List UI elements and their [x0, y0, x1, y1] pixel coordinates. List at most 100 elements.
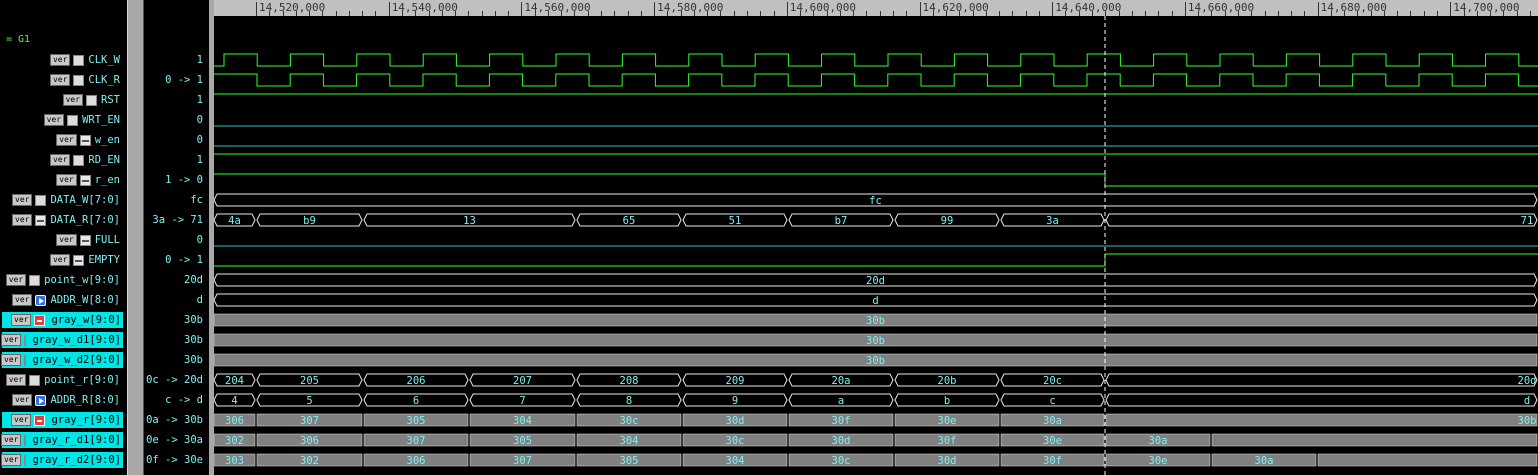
signal-name: point_r[9:0] [44, 374, 120, 386]
bus-value-label: 30e [938, 415, 957, 427]
signal-row-gray_r_d1[interactable]: ver gray_r_d1[9:0] [1, 432, 123, 448]
bus-value-label: 30b [866, 335, 885, 347]
signal-row-clk_w[interactable]: ver CLK_W [0, 52, 120, 68]
bus-segment [1211, 433, 1538, 447]
signal-row-rst[interactable]: ver RST [0, 92, 120, 108]
signal-row-gray_w_d1[interactable]: ver gray_w_d1[9:0] [1, 332, 123, 348]
signal-row-addr_r[interactable]: ver ADDR_R[8:0] [0, 392, 120, 408]
signal-value: 30b [184, 314, 203, 326]
bus-value-label: 30b [866, 355, 885, 367]
ver-tag: ver [49, 154, 71, 166]
bus-value-label: 71 [1521, 215, 1534, 227]
bus-value-label: 30f [938, 435, 957, 447]
bus-value-label: 303 [225, 455, 244, 467]
signal-row-gray_r[interactable]: ver gray_r[9:0] [2, 412, 123, 428]
bus-value-label: 30d [938, 455, 957, 467]
bus-value-label: 206 [407, 375, 426, 387]
bus-value-label: 306 [225, 415, 244, 427]
signal-name: gray_w[9:0] [49, 314, 123, 326]
ver-tag: ver [11, 314, 32, 326]
reg-icon [24, 354, 27, 366]
bus-value-label: 302 [225, 435, 244, 447]
signal-row-rd_en[interactable]: ver RD_EN [0, 152, 120, 168]
bus-value-label: 307 [300, 415, 319, 427]
bus-value-label: 5 [306, 395, 312, 407]
bus-value-label: 208 [620, 375, 639, 387]
ver-tag: ver [12, 214, 33, 226]
signal-row-full[interactable]: ver FULL [0, 232, 120, 248]
bus-value-label: 3a [1046, 215, 1059, 227]
signal-name: FULL [94, 234, 120, 246]
signal-row-wrt_en[interactable]: ver WRT_EN [0, 112, 120, 128]
bus-value-label: 30a [1149, 435, 1168, 447]
ver-tag: ver [5, 374, 27, 386]
bus-value-label: 207 [513, 375, 532, 387]
signal-row-point_r[interactable]: ver point_r[9:0] [0, 372, 120, 388]
bus-value-label: b [944, 395, 950, 407]
signal-value-pane: 1 0 -> 1 1 0 0 1 1 -> 0 fc 3a -> 71 0 0 -> 1 20d d 30… [144, 0, 209, 475]
bus-value-label: 65 [623, 215, 636, 227]
waveform-pane[interactable]: 14,520,000 14,540,000 14,560,000 14,580,000… [214, 0, 1538, 475]
signal-row-data_r[interactable]: ver DATA_R[7:0] [0, 212, 120, 228]
bus-value-label: c [1049, 395, 1055, 407]
bus-value-label: 30d [726, 415, 745, 427]
reg-icon [73, 54, 85, 66]
ver-tag: ver [43, 114, 65, 126]
bus-value-label: 8 [626, 395, 632, 407]
bus-segment [1105, 373, 1538, 387]
ver-tag: ver [12, 194, 33, 206]
bus-value-label: 30d [832, 435, 851, 447]
reg-icon [24, 454, 27, 466]
bus-value-label: 30a [1043, 415, 1062, 427]
bus-value-label: 30b [866, 315, 885, 327]
reg-icon [67, 114, 79, 126]
wire-icon [79, 134, 91, 146]
signal-row-clk_r[interactable]: ver CLK_R [0, 72, 120, 88]
bus-value-label: b7 [835, 215, 848, 227]
signal-name: gray_w_d2[9:0] [30, 354, 123, 366]
bus-value-label: 204 [225, 375, 244, 387]
bus-value-label: 30f [1043, 455, 1062, 467]
signal-row-gray_w_d2[interactable]: ver gray_w_d2[9:0] [1, 352, 123, 368]
bus-segment [1317, 453, 1538, 467]
bus-value-label: 30a [1255, 455, 1274, 467]
signal-row-w_en[interactable]: ver w_en [0, 132, 120, 148]
vertical-scrollbar[interactable] [127, 0, 144, 475]
bus-segment [1105, 393, 1538, 407]
signal-row-empty[interactable]: ver EMPTY [0, 252, 120, 268]
bus-value-label: 30f [832, 415, 851, 427]
bus-value-label: 13 [463, 215, 476, 227]
signal-row-r_en[interactable]: ver r_en [0, 172, 120, 188]
bus-value-label: 4a [228, 215, 241, 227]
bus-value-label: d [1524, 395, 1530, 407]
arrow-icon [35, 394, 47, 406]
signal-value: 1 [196, 154, 203, 166]
signal-value: 1 -> 0 [165, 174, 203, 186]
signal-value: c -> d [165, 394, 203, 406]
signal-name: gray_r[9:0] [49, 414, 123, 426]
signal-name: EMPTY [88, 254, 120, 266]
signal-row-data_w[interactable]: ver DATA_W[7:0] [0, 192, 120, 208]
signal-row-gray_w[interactable]: ver gray_w[9:0] [2, 312, 123, 328]
group-label[interactable]: = G1 [6, 34, 30, 45]
bus-value-label: 20a [832, 375, 851, 387]
signal-row-gray_r_d2[interactable]: ver gray_r_d2[9:0] [1, 452, 123, 468]
signal-name: w_en [94, 134, 120, 146]
signal-value: 30b [184, 354, 203, 366]
signal-value: 0 -> 1 [165, 74, 203, 86]
signal-value: 0 [196, 234, 203, 246]
signal-value: 0 [196, 134, 203, 146]
signal-row-point_w[interactable]: ver point_w[9:0] [0, 272, 120, 288]
bus-value-label: 304 [726, 455, 745, 467]
signal-value: 1 [196, 54, 203, 66]
waveform-canvas[interactable]: fc4a b9 13 65 51 b7 99 3a 7120dd30b30b30b204 205 2… [214, 0, 1538, 475]
signal-name: DATA_R[7:0] [50, 214, 120, 226]
bus-segment [1105, 213, 1538, 227]
reg-icon [24, 434, 27, 446]
reg-icon [73, 74, 85, 86]
signal-row-addr_w[interactable]: ver ADDR_W[8:0] [0, 292, 120, 308]
ver-tag: ver [1, 434, 22, 446]
signal-name: CLK_R [88, 74, 120, 86]
bus-value-label: 304 [620, 435, 639, 447]
signal-name: RD_EN [88, 154, 120, 166]
